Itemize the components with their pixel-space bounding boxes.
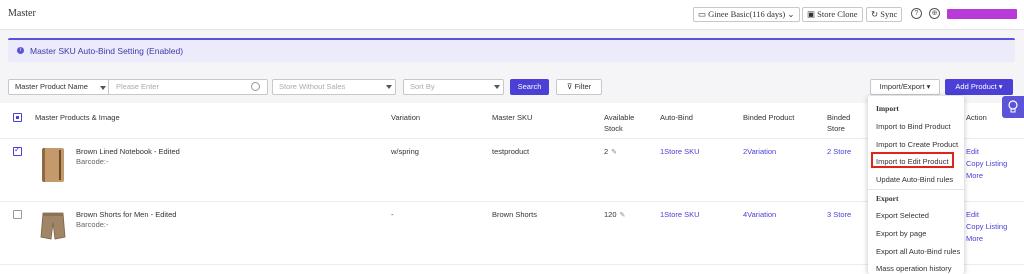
calendar-icon: ▭: [698, 9, 709, 19]
header-sku: Master SKU: [492, 113, 533, 122]
edit-link[interactable]: Edit: [966, 147, 979, 157]
sort-by-select[interactable]: Sort By: [403, 79, 504, 95]
plan-selector[interactable]: ▭ Ginee Basic(116 days) ⌄: [693, 7, 800, 22]
sync-label: Sync: [880, 9, 898, 19]
sku-value: testproduct: [492, 147, 530, 156]
auto-bind-link[interactable]: 1Store SKU: [660, 210, 700, 220]
menu-item-update-rules[interactable]: Update Auto-Bind rules: [876, 175, 953, 184]
product-barcode: Barcode:-: [76, 220, 109, 229]
import-export-menu: Import Import to Bind Product Import to …: [868, 96, 964, 274]
variation-value: w/spring: [391, 147, 419, 156]
menu-item-export-rules[interactable]: Export all Auto-Bind rules: [876, 247, 960, 256]
header-binded-product: Binded Product: [743, 113, 795, 122]
filter-button[interactable]: ⊽ Filter: [556, 79, 602, 95]
shorts-thumbnail[interactable]: [40, 211, 66, 241]
plan-label: Ginee Basic(116 days): [708, 9, 786, 19]
import-export-button[interactable]: Import/Export ▾: [870, 79, 940, 95]
menu-item-mass-history[interactable]: Mass operation history: [876, 264, 951, 273]
question-icon[interactable]: ?: [911, 8, 922, 19]
menu-item-import-create[interactable]: Import to Create Product: [876, 140, 958, 149]
header-binded-store-line1: Binded: [827, 113, 851, 122]
menu-divider: [868, 189, 964, 190]
more-link[interactable]: More: [966, 234, 983, 244]
row-checkbox[interactable]: [13, 210, 22, 219]
header-stock: Available Stock: [604, 112, 634, 134]
product-name[interactable]: Brown Lined Notebook - Edited: [76, 147, 180, 157]
notebook-thumbnail[interactable]: [42, 148, 64, 182]
sku-value: Brown Shorts: [492, 210, 538, 219]
auto-bind-banner[interactable]: i Master SKU Auto-Bind Setting (Enabled): [8, 38, 1015, 62]
product-name[interactable]: Brown Shorts for Men - Edited: [76, 210, 176, 220]
search-button[interactable]: Search: [510, 79, 549, 95]
filter-label: Filter: [574, 82, 592, 91]
header-product: Master Products & Image: [35, 113, 120, 122]
header-auto-bind: Auto-Bind: [660, 113, 693, 122]
pencil-icon[interactable]: ✎: [620, 212, 626, 219]
copy-listing-link[interactable]: Copy Listing: [966, 222, 1007, 232]
search-input[interactable]: Please Enter: [116, 80, 246, 94]
header-variation: Variation: [391, 113, 421, 122]
auto-bind-link[interactable]: 1Store SKU: [660, 147, 700, 157]
product-barcode: Barcode:-: [76, 157, 109, 166]
stock-value: 2 ✎: [604, 147, 617, 158]
chevron-down-icon: ⌄: [787, 9, 795, 19]
store-filter-select[interactable]: Store Without Sales: [272, 79, 396, 95]
globe-icon[interactable]: ⊕: [929, 8, 940, 19]
sync-icon: ↻: [871, 9, 881, 19]
sort-by-label: Sort By: [410, 82, 435, 91]
banner-text: Master SKU Auto-Bind Setting (Enabled): [30, 46, 184, 56]
select-all-checkbox[interactable]: [13, 113, 22, 122]
menu-item-export-page[interactable]: Export by page: [876, 229, 926, 238]
menu-item-export-selected[interactable]: Export Selected: [876, 211, 929, 220]
highlight-box: [871, 152, 954, 168]
copy-listing-link[interactable]: Copy Listing: [966, 159, 1007, 169]
top-bar: Master ▭ Ginee Basic(116 days) ⌄ ▣ Store…: [0, 0, 1024, 30]
search-by-label: Master Product Name: [15, 82, 88, 91]
binded-product-link[interactable]: 4Variation: [743, 210, 776, 220]
search-by-select[interactable]: Master Product Name: [9, 80, 109, 94]
lightbulb-icon: [1008, 100, 1018, 113]
chevron-down-icon: [386, 85, 392, 89]
stock-number: 2: [604, 147, 609, 156]
import-export-label: Import/Export: [879, 82, 925, 91]
binded-store-link[interactable]: 2 Store: [827, 147, 851, 157]
store-filter-label: Store Without Sales: [279, 82, 346, 91]
row-checkbox[interactable]: [13, 145, 22, 156]
user-account-bar[interactable]: [947, 9, 1017, 19]
add-product-label: Add Product: [955, 82, 997, 91]
store-clone-label: Store Clone: [817, 9, 858, 19]
pencil-icon[interactable]: ✎: [611, 149, 617, 156]
header-binded-store-line2: Store: [827, 124, 845, 133]
binded-store-link[interactable]: 3 Store: [827, 210, 851, 220]
header-stock-line2: Stock: [604, 124, 623, 133]
sync-button[interactable]: ↻ Sync: [866, 7, 903, 22]
header-binded-store: Binded Store: [827, 112, 850, 134]
menu-item-import-bind[interactable]: Import to Bind Product: [876, 122, 951, 131]
clone-icon: ▣: [807, 9, 818, 19]
add-product-button[interactable]: Add Product ▾: [945, 79, 1013, 95]
search-icon[interactable]: [251, 82, 260, 91]
chevron-down-icon: [100, 86, 106, 90]
search-group: Master Product Name Please Enter: [8, 79, 268, 95]
store-clone-button[interactable]: ▣ Store Clone: [802, 7, 863, 22]
header-stock-line1: Available: [604, 113, 635, 122]
export-section-header: Export: [876, 194, 899, 203]
stock-number: 120: [604, 210, 617, 219]
stock-value: 120 ✎: [604, 210, 625, 221]
variation-value: -: [391, 210, 394, 219]
page-title: Master: [8, 8, 36, 19]
caret-down-icon: ▾: [926, 82, 931, 91]
info-icon: i: [17, 47, 24, 54]
header-action: Action: [966, 113, 987, 122]
binded-product-link[interactable]: 2Variation: [743, 147, 776, 157]
more-link[interactable]: More: [966, 171, 983, 181]
help-tip-button[interactable]: [1002, 96, 1024, 118]
chevron-down-icon: [494, 85, 500, 89]
edit-link[interactable]: Edit: [966, 210, 979, 220]
import-section-header: Import: [876, 104, 899, 113]
